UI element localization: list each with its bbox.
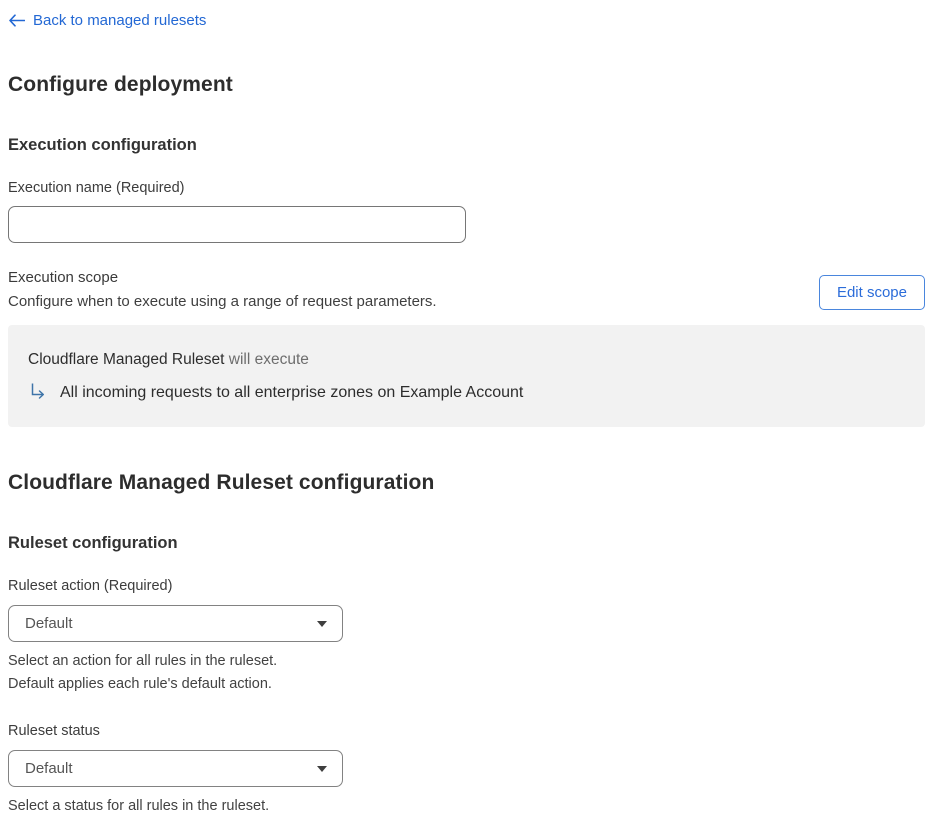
- back-to-managed-rulesets-link[interactable]: Back to managed rulesets: [8, 12, 206, 29]
- branch-arrow-icon: [31, 383, 47, 400]
- execution-name-label: Execution name (Required): [8, 180, 185, 196]
- ruleset-status-selected-value: Default: [25, 760, 73, 777]
- execution-summary-scope-line: All incoming requests to all enterprise …: [31, 383, 905, 402]
- configure-deployment-page: Back to managed rulesets Configure deplo…: [0, 0, 931, 814]
- execution-scope-row: Execution scope Configure when to execut…: [8, 269, 925, 310]
- execution-name-input[interactable]: [8, 206, 466, 243]
- ruleset-action-selected-value: Default: [25, 615, 73, 632]
- will-execute-text: will execute: [228, 351, 309, 368]
- page-title: Configure deployment: [8, 73, 233, 96]
- back-link-label: Back to managed rulesets: [33, 12, 207, 29]
- execution-summary-box: Cloudflare Managed Ruleset will execute …: [8, 325, 925, 427]
- back-arrow-icon: [8, 14, 25, 27]
- ruleset-action-help-line-1: Select an action for all rules in the ru…: [8, 653, 278, 669]
- ruleset-configuration-title: Cloudflare Managed Ruleset configuration: [8, 471, 435, 494]
- ruleset-action-label: Ruleset action (Required): [8, 578, 173, 594]
- execution-scope-description: Configure when to execute using a range …: [8, 293, 437, 310]
- execution-summary-headline: Cloudflare Managed Ruleset will execute: [28, 351, 905, 369]
- ruleset-action-help-line-2: Default applies each rule's default acti…: [8, 676, 272, 692]
- execution-configuration-heading: Execution configuration: [8, 136, 197, 154]
- execution-scope-label: Execution scope: [8, 269, 119, 286]
- execution-scope-summary-text: All incoming requests to all enterprise …: [60, 384, 524, 401]
- ruleset-status-help-line-1: Select a status for all rules in the rul…: [8, 798, 270, 814]
- ruleset-name-text: Cloudflare Managed Ruleset: [28, 351, 225, 368]
- ruleset-configuration-subheading: Ruleset configuration: [8, 534, 178, 552]
- edit-scope-button[interactable]: Edit scope: [818, 275, 925, 310]
- ruleset-status-select[interactable]: Default: [8, 750, 343, 787]
- ruleset-action-select[interactable]: Default: [8, 605, 343, 642]
- dropdown-caret-icon: [317, 765, 327, 772]
- ruleset-status-label: Ruleset status: [8, 723, 100, 739]
- dropdown-caret-icon: [317, 620, 327, 627]
